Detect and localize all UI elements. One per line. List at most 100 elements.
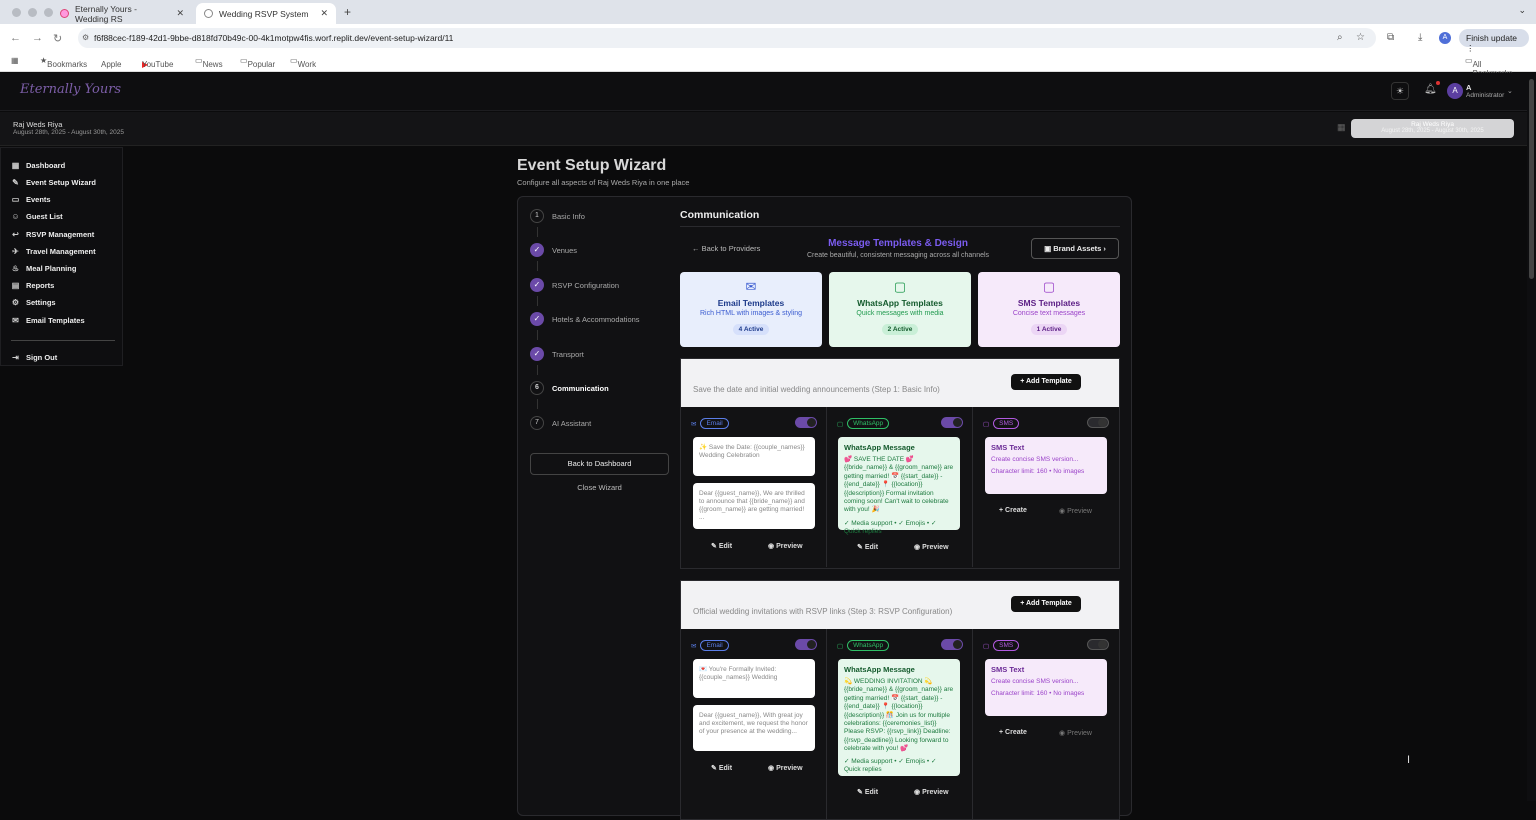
whatsapp-message-preview[interactable]: WhatsApp Message 💫 WEDDING INVITATION 💫 … xyxy=(838,659,960,776)
sms-text-preview[interactable]: SMS Text Create concise SMS version... C… xyxy=(985,437,1107,494)
url-field[interactable]: ⚙ f6f88cec-f189-42d1-9bbe-d818fd70b49c-0… xyxy=(78,28,1376,48)
all-bookmarks[interactable]: ▭ All Bookmarks xyxy=(1465,56,1513,78)
bookmark-bookmarks[interactable]: ★ Bookmarks xyxy=(40,56,87,69)
edit-button[interactable]: ✎ Edit xyxy=(857,543,878,551)
app-logo[interactable]: Eternally Yours xyxy=(20,82,121,97)
email-toggle[interactable] xyxy=(795,639,817,650)
download-icon[interactable]: ⤓ xyxy=(1418,32,1422,43)
email-channel-header: ✉ Email xyxy=(691,418,729,429)
event-selector[interactable]: Raj Weds Riya August 28th, 2025 - August… xyxy=(1351,119,1514,138)
email-templates-card[interactable]: ✉ Email Templates Rich HTML with images … xyxy=(680,272,822,347)
tab-search-chevron-icon[interactable]: ⌄ xyxy=(1518,5,1526,16)
user-avatar[interactable]: A xyxy=(1447,83,1463,99)
forward-icon[interactable]: → xyxy=(32,32,43,44)
bookmark-popular[interactable]: ▭ Popular xyxy=(240,56,275,69)
chevron-down-icon[interactable]: ⌄ xyxy=(1507,87,1513,95)
extensions-icon[interactable]: ⧉ xyxy=(1387,32,1394,43)
edit-icon: ✎ xyxy=(857,544,863,551)
profile-avatar[interactable]: A xyxy=(1439,32,1451,44)
sign-out-button[interactable]: ⇥ Sign Out xyxy=(11,353,57,362)
new-tab-icon[interactable]: + xyxy=(344,5,351,19)
apps-grid-icon[interactable]: ▦ xyxy=(11,56,19,65)
image-icon: ▣ xyxy=(1044,244,1052,253)
edit-button[interactable]: ✎ Edit xyxy=(711,764,732,772)
wizard-step-basic-info[interactable]: 1 Basic Info xyxy=(530,209,585,223)
page-scrollbar[interactable] xyxy=(1527,73,1536,801)
add-template-button[interactable]: + Add Template xyxy=(1011,374,1081,390)
notification-bell-icon[interactable]: 🔔︎ xyxy=(1424,84,1437,95)
preview-button[interactable]: ◉ Preview xyxy=(1059,729,1092,737)
zoom-icon[interactable]: ⌕ xyxy=(1337,32,1343,43)
sidebar-item-meal-planning[interactable]: ♨ Meal Planning xyxy=(11,264,77,273)
whatsapp-message-preview[interactable]: WhatsApp Message 💕 SAVE THE DATE 💕 {{bri… xyxy=(838,437,960,535)
email-pill: Email xyxy=(700,418,729,429)
back-to-dashboard-button[interactable]: Back to Dashboard xyxy=(530,453,669,475)
browser-tab-wedding-rsvp[interactable]: Wedding RSVP System ✕ xyxy=(196,3,336,24)
scrollbar-thumb[interactable] xyxy=(1529,79,1534,279)
sidebar-item-email-templates[interactable]: ✉ Email Templates xyxy=(11,316,85,325)
sms-templates-card[interactable]: ▢ SMS Templates Concise text messages 1 … xyxy=(978,272,1120,347)
wizard-step-rsvp-configuration[interactable]: ✓ RSVP Configuration xyxy=(530,278,619,292)
preview-button[interactable]: ◉ Preview xyxy=(914,543,949,551)
wizard-step-transport[interactable]: ✓ Transport xyxy=(530,347,584,361)
bookmark-label: Apple xyxy=(101,60,122,69)
preview-button[interactable]: ◉ Preview xyxy=(768,542,803,550)
back-to-providers-button[interactable]: ← Back to Providers xyxy=(692,244,760,253)
browser-tab-eternally-yours[interactable]: Eternally Yours - Wedding RS ✕ xyxy=(52,3,192,24)
edit-button[interactable]: ✎ Edit xyxy=(857,788,878,796)
wizard-step-communication[interactable]: 6 Communication xyxy=(530,381,609,395)
bookmark-work[interactable]: ▭ Work xyxy=(290,56,316,69)
sidebar-item-settings[interactable]: ⚙ Settings xyxy=(11,298,56,307)
bookmark-star-icon[interactable]: ☆ xyxy=(1356,32,1365,43)
template-section-description: Save the date and initial wedding announ… xyxy=(693,385,940,394)
brand-assets-button[interactable]: ▣ Brand Assets › xyxy=(1031,238,1119,259)
preview-button[interactable]: ◉ Preview xyxy=(768,764,803,772)
email-subject-preview[interactable]: 💌 You're Formally Invited: {{couple_name… xyxy=(693,659,815,698)
bookmark-news[interactable]: ▭ News xyxy=(195,56,223,69)
email-column: ✉ Email ✨ Save the Date: {{couple_names}}… xyxy=(681,407,827,567)
reload-icon[interactable]: ↻ xyxy=(53,32,62,45)
file-icon: ▤ xyxy=(11,281,20,290)
sms-toggle[interactable] xyxy=(1087,639,1109,650)
sidebar-item-label: Meal Planning xyxy=(26,264,77,273)
back-icon[interactable]: ← xyxy=(10,32,21,44)
whatsapp-toggle[interactable] xyxy=(941,417,963,428)
email-body-preview[interactable]: Dear {{guest_name}}, With great joy and … xyxy=(693,705,815,751)
sms-limit: Character limit: 160 • No images xyxy=(991,468,1085,476)
finish-update-button[interactable]: Finish update ⋮ xyxy=(1459,29,1529,53)
email-body-preview[interactable]: Dear {{guest_name}}, We are thrilled to … xyxy=(693,483,815,529)
window-controls[interactable] xyxy=(12,8,53,17)
sms-toggle[interactable] xyxy=(1087,417,1109,428)
sms-text-preview[interactable]: SMS Text Create concise SMS version... C… xyxy=(985,659,1107,716)
user-name[interactable]: A xyxy=(1466,83,1471,92)
whatsapp-templates-card[interactable]: ▢ WhatsApp Templates Quick messages with… xyxy=(829,272,971,347)
sidebar-item-label: RSVP Management xyxy=(26,230,95,239)
sidebar-item-rsvp-management[interactable]: ↩ RSVP Management xyxy=(11,230,94,239)
sidebar-item-dashboard[interactable]: ▦ Dashboard xyxy=(11,161,65,170)
preview-button[interactable]: ◉ Preview xyxy=(1059,507,1092,515)
sidebar-item-events[interactable]: ▭ Events xyxy=(11,195,51,204)
close-tab-icon[interactable]: ✕ xyxy=(176,8,184,19)
email-subject-preview[interactable]: ✨ Save the Date: {{couple_names}} Weddin… xyxy=(693,437,815,476)
close-wizard-button[interactable]: Close Wizard xyxy=(530,483,669,492)
wizard-step-ai-assistant[interactable]: 7 AI Assistant xyxy=(530,416,591,430)
edit-button[interactable]: ✎ Edit xyxy=(711,542,732,550)
wizard-step-hotels[interactable]: ✓ Hotels & Accommodations xyxy=(530,312,640,326)
sidebar-item-label: Travel Management xyxy=(26,247,96,256)
sidebar-item-label: Email Templates xyxy=(26,316,85,325)
preview-button[interactable]: ◉ Preview xyxy=(914,788,949,796)
create-button[interactable]: + Create xyxy=(999,729,1027,736)
whatsapp-toggle[interactable] xyxy=(941,639,963,650)
add-template-button[interactable]: + Add Template xyxy=(1011,596,1081,612)
sidebar-item-reports[interactable]: ▤ Reports xyxy=(11,281,55,290)
edit-label: Edit xyxy=(718,543,733,550)
site-info-icon[interactable]: ⚙ xyxy=(82,33,89,42)
wizard-step-venues[interactable]: ✓ Venues xyxy=(530,243,577,257)
create-button[interactable]: + Create xyxy=(999,507,1027,514)
sidebar-item-travel-management[interactable]: ✈ Travel Management xyxy=(11,247,96,256)
sidebar-item-guest-list[interactable]: ☺ Guest List xyxy=(11,212,62,221)
close-tab-icon[interactable]: ✕ xyxy=(320,8,328,19)
email-toggle[interactable] xyxy=(795,417,817,428)
theme-toggle-icon[interactable]: ☀ xyxy=(1391,82,1409,100)
sidebar-item-event-setup-wizard[interactable]: ✎ Event Setup Wizard xyxy=(11,178,96,187)
